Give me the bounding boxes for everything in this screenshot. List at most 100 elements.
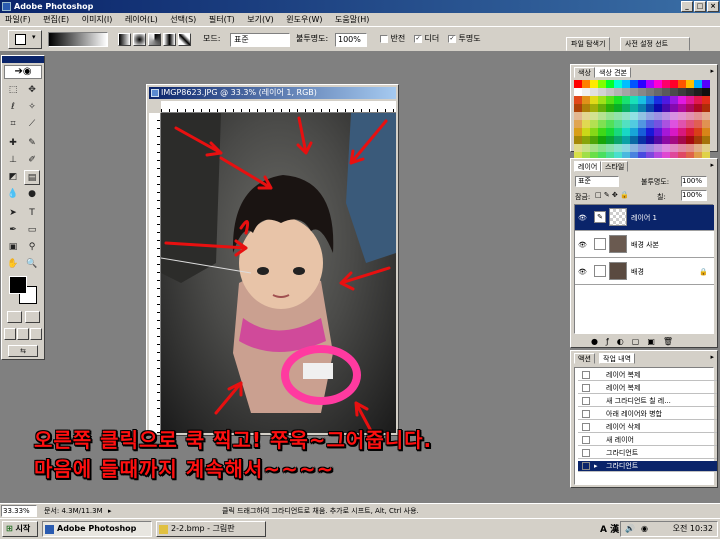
- history-source-slot[interactable]: [582, 449, 590, 457]
- color-swatch[interactable]: [662, 80, 670, 88]
- color-swatch[interactable]: [582, 80, 590, 88]
- dodge-tool-icon[interactable]: ●: [24, 187, 40, 202]
- ime-indicator[interactable]: A 漢: [600, 522, 619, 535]
- color-swatch[interactable]: [686, 80, 694, 88]
- mode-select[interactable]: 표준: [230, 33, 290, 47]
- document-title-bar[interactable]: IMGP8623.JPG @ 33.3% (레이어 1, RGB): [149, 87, 396, 99]
- color-swatch[interactable]: [670, 80, 678, 88]
- adobe-online-icon[interactable]: ➔◉: [4, 65, 42, 79]
- doc-size[interactable]: 문서: 4.3M/11.3M: [44, 504, 103, 518]
- color-swatch[interactable]: [694, 96, 702, 104]
- color-swatch[interactable]: [702, 104, 710, 112]
- eye-icon[interactable]: 👁: [578, 259, 587, 285]
- jump-to-imageready-icon[interactable]: ⇆: [8, 345, 38, 357]
- color-swatch[interactable]: [662, 144, 670, 152]
- tab-actions[interactable]: 액션: [574, 353, 595, 364]
- color-swatch[interactable]: [638, 80, 646, 88]
- blur-tool-icon[interactable]: 💧: [5, 187, 21, 202]
- color-swatch[interactable]: [590, 88, 598, 96]
- color-swatch[interactable]: [574, 136, 582, 144]
- history-source-slot[interactable]: [582, 384, 590, 392]
- slice-tool-icon[interactable]: ⟋: [24, 117, 40, 132]
- color-swatch[interactable]: [606, 104, 614, 112]
- color-swatch[interactable]: [614, 136, 622, 144]
- color-swatch[interactable]: [678, 112, 686, 120]
- color-swatch[interactable]: [622, 136, 630, 144]
- color-swatch[interactable]: [582, 136, 590, 144]
- tab-file-browser[interactable]: 파일 탐색기: [566, 37, 611, 51]
- history-source-slot[interactable]: [582, 410, 590, 418]
- color-swatch[interactable]: [638, 128, 646, 136]
- color-swatch[interactable]: [606, 128, 614, 136]
- color-swatch[interactable]: [670, 144, 678, 152]
- color-swatch[interactable]: [654, 96, 662, 104]
- menu-image[interactable]: 이미지(I): [77, 13, 118, 26]
- color-swatch[interactable]: [574, 128, 582, 136]
- color-swatch[interactable]: [686, 88, 694, 96]
- color-swatch[interactable]: [686, 96, 694, 104]
- color-swatch[interactable]: [582, 104, 590, 112]
- color-swatch[interactable]: [590, 96, 598, 104]
- clone-stamp-tool-icon[interactable]: ⊥: [5, 153, 21, 168]
- magic-wand-tool-icon[interactable]: ✧: [24, 100, 40, 115]
- color-swatch[interactable]: [638, 144, 646, 152]
- color-swatch[interactable]: [574, 96, 582, 104]
- brush-tool-icon[interactable]: ✎: [24, 136, 40, 151]
- history-state-slider-icon[interactable]: ▸: [594, 461, 598, 472]
- color-swatch[interactable]: [598, 136, 606, 144]
- history-item[interactable]: 레이어 삭제: [578, 422, 717, 433]
- color-swatch[interactable]: [678, 104, 686, 112]
- history-item[interactable]: 레이어 복제: [578, 370, 717, 381]
- color-swatch[interactable]: [638, 112, 646, 120]
- menu-help[interactable]: 도움말(H): [330, 13, 374, 26]
- color-swatch[interactable]: [590, 128, 598, 136]
- color-swatch[interactable]: [598, 96, 606, 104]
- zoom-tool-icon[interactable]: 🔍: [24, 257, 40, 272]
- color-swatch[interactable]: [630, 120, 638, 128]
- color-swatch[interactable]: [654, 112, 662, 120]
- color-swatch[interactable]: [638, 120, 646, 128]
- reflected-gradient-button[interactable]: [163, 33, 176, 46]
- color-swatch[interactable]: [670, 112, 678, 120]
- standard-mode-icon[interactable]: [7, 311, 22, 323]
- quickmask-mode-icon[interactable]: [25, 311, 40, 323]
- transparency-checkbox[interactable]: ✓: [448, 34, 456, 43]
- fill-field[interactable]: 100%: [681, 190, 707, 201]
- color-swatch[interactable]: [630, 136, 638, 144]
- color-swatch[interactable]: [606, 80, 614, 88]
- task-photoshop[interactable]: Adobe Photoshop: [42, 521, 152, 537]
- color-swatch[interactable]: [662, 120, 670, 128]
- color-swatch[interactable]: [654, 120, 662, 128]
- dither-checkbox[interactable]: ✓: [414, 34, 422, 43]
- link-slot[interactable]: [594, 265, 606, 277]
- lock-icons[interactable]: □ ✎ ✥ 🔒: [595, 191, 629, 199]
- diamond-gradient-button[interactable]: [178, 33, 191, 46]
- status-arrow-icon[interactable]: ▸: [108, 504, 112, 518]
- color-swatch[interactable]: [678, 144, 686, 152]
- color-swatch[interactable]: [622, 96, 630, 104]
- color-swatch[interactable]: [678, 136, 686, 144]
- color-swatch[interactable]: [646, 112, 654, 120]
- radial-gradient-button[interactable]: [133, 33, 146, 46]
- color-swatch[interactable]: [686, 128, 694, 136]
- color-swatch[interactable]: [654, 104, 662, 112]
- color-swatch[interactable]: [686, 144, 694, 152]
- tab-styles[interactable]: 스타일: [601, 161, 629, 172]
- color-swatch[interactable]: [670, 128, 678, 136]
- tab-presets[interactable]: 사전 설정 선트: [620, 37, 690, 51]
- eyedropper-tool-icon[interactable]: ⚲: [24, 240, 40, 255]
- color-swatch[interactable]: [582, 128, 590, 136]
- screen-mode-full-menu-icon[interactable]: [17, 328, 29, 340]
- history-item[interactable]: 아래 레이어와 병합: [578, 409, 717, 420]
- color-swatch[interactable]: [614, 128, 622, 136]
- color-swatch[interactable]: [670, 88, 678, 96]
- color-swatch[interactable]: [702, 88, 710, 96]
- color-swatch[interactable]: [662, 136, 670, 144]
- color-swatch[interactable]: [630, 104, 638, 112]
- close-button[interactable]: ×: [707, 1, 719, 12]
- color-swatch[interactable]: [606, 112, 614, 120]
- foreground-color-swatch-top[interactable]: [9, 276, 27, 294]
- color-swatch[interactable]: [574, 120, 582, 128]
- gradient-tool-button-icon[interactable]: ▤: [24, 170, 40, 185]
- color-swatch[interactable]: [702, 128, 710, 136]
